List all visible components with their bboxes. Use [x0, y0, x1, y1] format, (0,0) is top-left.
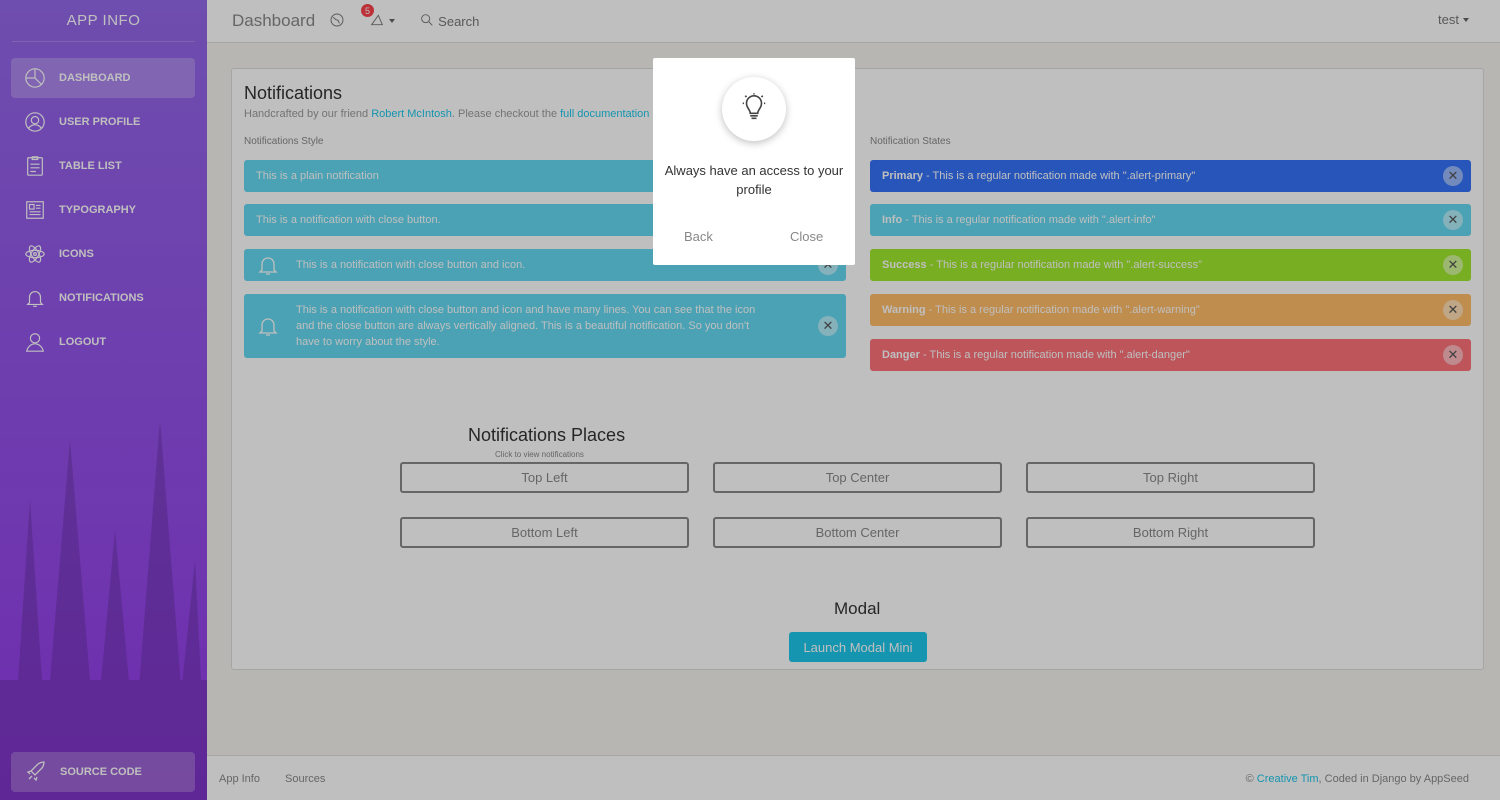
modal-back-button[interactable]: Back — [684, 229, 713, 244]
bulb-icon — [739, 92, 769, 127]
modal-message: Always have an access to your profile — [664, 163, 844, 197]
mini-modal: Always have an access to your profile Ba… — [653, 58, 855, 265]
modal-icon-circle — [722, 77, 786, 141]
modal-close-button[interactable]: Close — [790, 229, 823, 244]
